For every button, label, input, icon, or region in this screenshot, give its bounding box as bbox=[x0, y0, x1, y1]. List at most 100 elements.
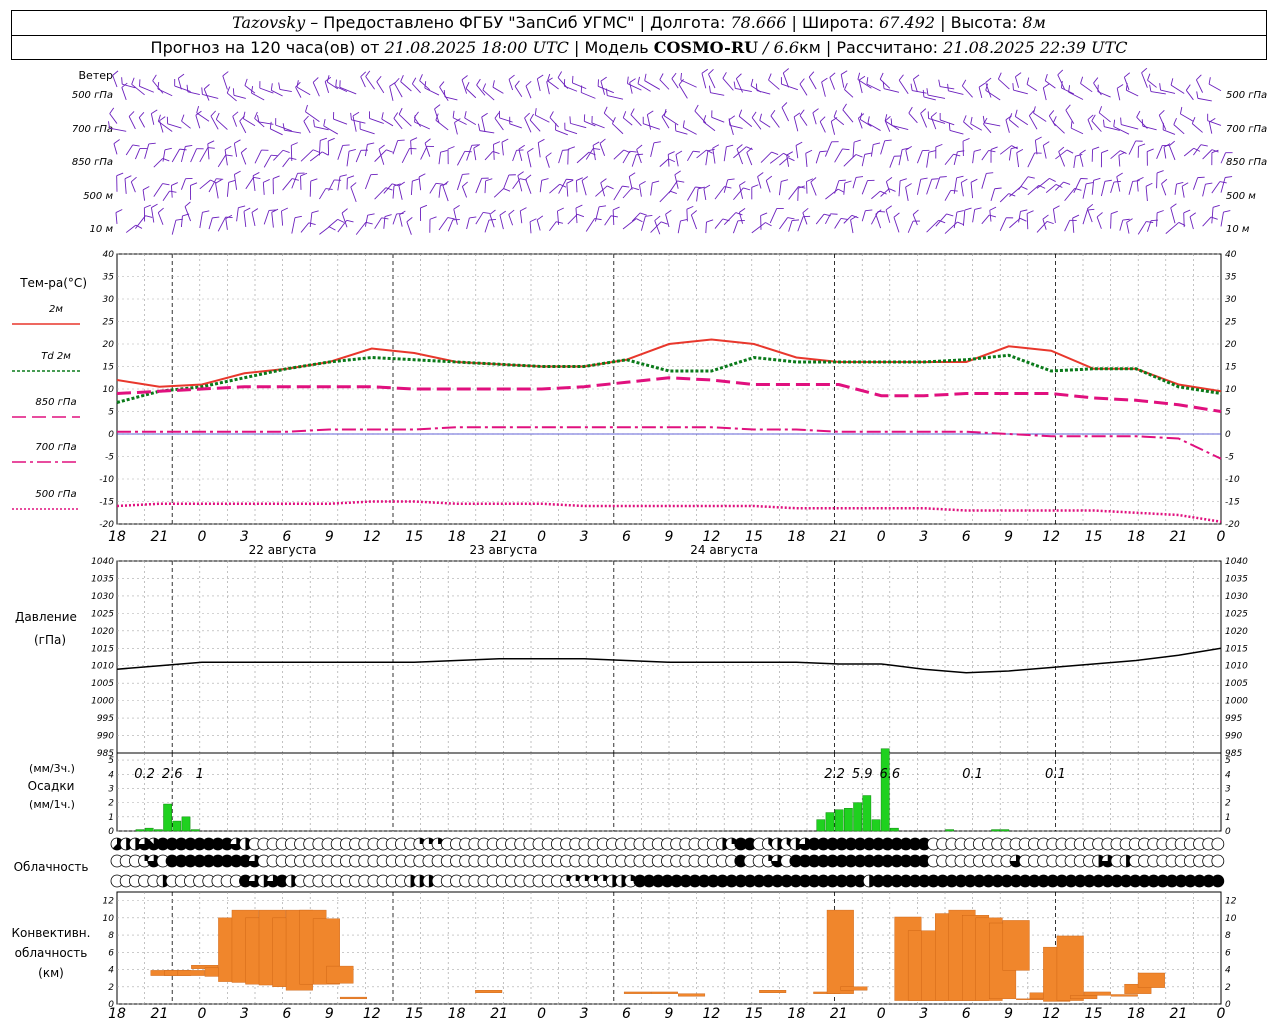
wind-barb bbox=[972, 209, 976, 223]
wind-barb-flag bbox=[386, 149, 394, 153]
wind-barb-flag bbox=[367, 142, 375, 145]
wind-barb-flag bbox=[158, 207, 164, 213]
wind-barb-flag bbox=[1065, 104, 1071, 111]
wind-barb bbox=[757, 176, 762, 189]
wind-barb bbox=[158, 121, 173, 132]
wind-barb bbox=[944, 190, 952, 201]
pressure-tick-right: 995 bbox=[1225, 714, 1242, 724]
wind-barb bbox=[457, 151, 466, 166]
wind-barb bbox=[215, 183, 219, 199]
wind-barb bbox=[424, 87, 440, 96]
temperature-axis-hour-label: 15 bbox=[405, 529, 423, 545]
wind-barb bbox=[392, 185, 395, 199]
wind-barb-flag bbox=[234, 170, 241, 175]
wind-barb bbox=[557, 210, 560, 225]
wind-barb-flag bbox=[238, 205, 246, 209]
convective-axis-hour-label: 15 bbox=[1085, 1006, 1103, 1022]
wind-barb bbox=[630, 114, 642, 127]
wind-barb bbox=[875, 213, 882, 229]
wind-barb bbox=[124, 178, 127, 194]
wind-barb bbox=[398, 185, 403, 200]
wind-barb-flag bbox=[838, 179, 846, 182]
wind-barb bbox=[830, 121, 836, 135]
wind-barb-flag bbox=[821, 77, 828, 83]
wind-barb-flag bbox=[1116, 84, 1124, 89]
wind-barb-flag bbox=[905, 183, 912, 188]
temperature-axis-hour-label: 21 bbox=[151, 529, 169, 545]
wind-barb-flag bbox=[1035, 136, 1042, 141]
wind-barb-flag bbox=[311, 210, 319, 214]
wind-barb-flag bbox=[352, 111, 360, 117]
wind-barb-flag bbox=[829, 72, 836, 78]
wind-barb-flag bbox=[300, 172, 308, 177]
wind-barb bbox=[1026, 213, 1029, 230]
wind-barb-flag bbox=[144, 204, 152, 209]
meteogram: Ветер 500 гПа 500 гПа 700 гПа 700 гПа 850 гПа… bbox=[12, 67, 1267, 1022]
temperature-tick-left: 5 bbox=[108, 408, 114, 418]
wind-barb-flag bbox=[765, 175, 773, 181]
wind-barb-flag bbox=[414, 115, 416, 123]
wind-barb-flag bbox=[1019, 217, 1027, 222]
wind-barb bbox=[232, 116, 238, 127]
wind-barb bbox=[243, 211, 247, 227]
wind-barb-flag bbox=[481, 112, 488, 118]
convective-axis-hour-label: 0 bbox=[877, 1006, 886, 1022]
wind-barb-flag bbox=[1014, 109, 1018, 117]
temperature-tick-right: -15 bbox=[1225, 498, 1240, 508]
wind-barb bbox=[643, 123, 660, 130]
convective-bar bbox=[650, 991, 678, 994]
wind-barb-flag bbox=[312, 149, 320, 153]
wind-barb-flag bbox=[113, 139, 120, 144]
wind-barb bbox=[549, 183, 560, 194]
wind-barb-flag bbox=[462, 173, 470, 175]
temperature-axis-hour-label: 9 bbox=[664, 529, 673, 545]
convective-axis-hour-label: 3 bbox=[240, 1006, 249, 1022]
wind-barb bbox=[981, 214, 990, 225]
wind-barb-flag bbox=[242, 111, 246, 119]
wind-barb-flag bbox=[435, 182, 443, 185]
wind-barb-flag bbox=[1146, 221, 1154, 223]
wind-barb bbox=[527, 151, 532, 168]
wind-barb bbox=[187, 91, 200, 95]
wind-barb-flag bbox=[215, 179, 222, 184]
wind-barb-flag bbox=[556, 221, 564, 224]
precip-bar bbox=[880, 748, 890, 832]
precip-bar bbox=[853, 802, 862, 832]
wind-barb bbox=[199, 212, 203, 229]
wind-barb bbox=[677, 220, 681, 234]
wind-barb bbox=[1027, 152, 1036, 168]
wind-barb bbox=[908, 112, 918, 124]
wind-barb bbox=[1044, 80, 1056, 89]
wind-barb-flag bbox=[855, 154, 863, 158]
temperature-axis-hour-label: 21 bbox=[830, 529, 848, 545]
wind-barb bbox=[567, 214, 578, 225]
wind-barb bbox=[1008, 148, 1012, 161]
wind-barb bbox=[572, 82, 587, 90]
wind-barb bbox=[1202, 149, 1213, 160]
precip-3h-total: 0.1 bbox=[1045, 767, 1066, 782]
wind-barb bbox=[493, 144, 495, 160]
precip-3h-total: 1 bbox=[196, 767, 204, 782]
wind-barb-flag bbox=[652, 180, 660, 184]
wind-barb bbox=[893, 217, 900, 233]
convective-axis-hour-label: 21 bbox=[151, 1006, 169, 1022]
wind-barb-flag bbox=[1044, 73, 1048, 81]
wind-barb-flag bbox=[254, 111, 258, 119]
wind-barb-flag bbox=[145, 215, 153, 218]
wind-barb bbox=[352, 115, 357, 132]
wind-barb-flag bbox=[328, 137, 335, 142]
convective-tick-left: 6 bbox=[108, 948, 114, 958]
wind-barb bbox=[631, 154, 637, 167]
wind-barb-flag bbox=[1149, 84, 1152, 92]
wind-barb bbox=[282, 178, 293, 191]
wind-barb-flag bbox=[1196, 91, 1199, 99]
wind-barb-flag bbox=[1158, 110, 1165, 116]
wind-barb-flag bbox=[885, 205, 893, 211]
wind-barb-flag bbox=[1049, 177, 1056, 182]
wind-barb bbox=[1128, 140, 1137, 155]
wind-barb bbox=[985, 82, 992, 98]
convective-axis-hour-label: 0 bbox=[1216, 1006, 1225, 1022]
convective-axis-hour-label: 12 bbox=[1042, 1006, 1060, 1022]
wind-barb-flag bbox=[1080, 76, 1084, 84]
wind-barb bbox=[984, 122, 1001, 127]
